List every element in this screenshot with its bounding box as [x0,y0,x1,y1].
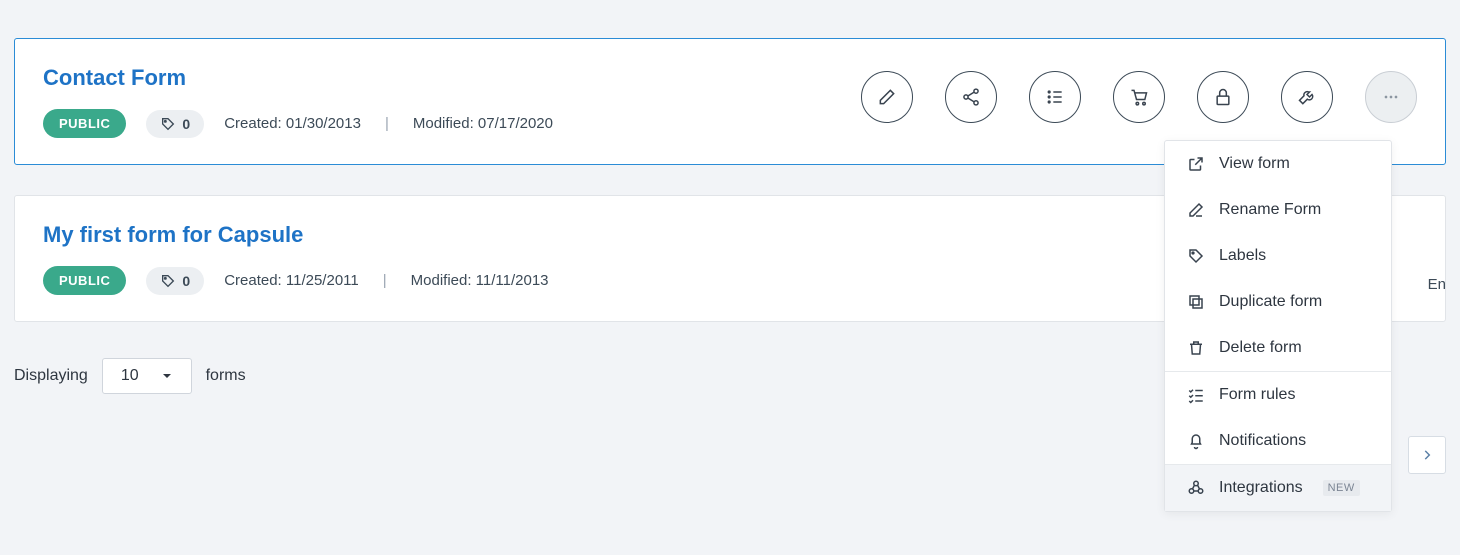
share-icon [961,87,981,107]
menu-label: Duplicate form [1219,293,1322,311]
more-actions-menu: View form Rename Form Labels Duplicate f… [1164,140,1392,512]
tag-count-badge[interactable]: 0 [146,110,204,138]
payments-button[interactable] [1113,71,1165,123]
edit-button[interactable] [861,71,913,123]
next-page-button[interactable] [1408,436,1446,474]
menu-delete[interactable]: Delete form [1165,325,1391,371]
menu-duplicate[interactable]: Duplicate form [1165,279,1391,325]
checklist-icon [1187,386,1205,404]
page-size-value: 10 [121,367,139,385]
duplicate-icon [1187,293,1205,311]
meta-divider: | [383,272,387,289]
menu-label: Rename Form [1219,201,1321,219]
truncated-text: En [1428,276,1446,293]
more-button[interactable] [1365,71,1417,123]
menu-label: Integrations [1219,479,1303,497]
visibility-badge: PUBLIC [43,266,126,295]
visibility-badge: PUBLIC [43,109,126,138]
cart-icon [1129,87,1149,107]
meta-divider: | [385,115,389,132]
menu-view-form[interactable]: View form [1165,141,1391,187]
lock-icon [1213,87,1233,107]
action-bar [861,71,1417,123]
menu-label: Labels [1219,247,1266,265]
integrations-icon [1187,479,1205,497]
tag-count: 0 [182,273,190,289]
tag-count-badge[interactable]: 0 [146,267,204,295]
tag-count: 0 [182,116,190,132]
menu-label: Form rules [1219,386,1295,404]
page-size-select[interactable]: 10 [102,358,192,394]
menu-label: Notifications [1219,432,1306,450]
dots-icon [1381,87,1401,107]
settings-button[interactable] [1281,71,1333,123]
menu-rename-form[interactable]: Rename Form [1165,187,1391,233]
tag-icon [160,273,176,289]
list-icon [1045,87,1065,107]
menu-label: Delete form [1219,339,1302,357]
menu-label: View form [1219,155,1290,173]
menu-rules[interactable]: Form rules [1165,372,1391,418]
created-date: Created: 01/30/2013 [224,115,361,132]
results-button[interactable] [1029,71,1081,123]
security-button[interactable] [1197,71,1249,123]
new-badge: NEW [1323,480,1360,496]
modified-date: Modified: 07/17/2020 [413,115,553,132]
share-button[interactable] [945,71,997,123]
modified-date: Modified: 11/11/2013 [411,272,549,289]
menu-notifications[interactable]: Notifications [1165,418,1391,464]
menu-integrations[interactable]: Integrations NEW [1165,465,1391,511]
chevron-right-icon [1420,448,1434,462]
rename-icon [1187,201,1205,219]
caret-down-icon [161,370,173,382]
pencil-icon [877,87,897,107]
wrench-icon [1297,87,1317,107]
pager-label-after: forms [206,367,246,385]
pager-label-before: Displaying [14,367,88,385]
created-date: Created: 11/25/2011 [224,272,359,289]
bell-icon [1187,432,1205,450]
trash-icon [1187,339,1205,357]
tag-icon [1187,247,1205,265]
menu-labels[interactable]: Labels [1165,233,1391,279]
external-link-icon [1187,155,1205,173]
tag-icon [160,116,176,132]
